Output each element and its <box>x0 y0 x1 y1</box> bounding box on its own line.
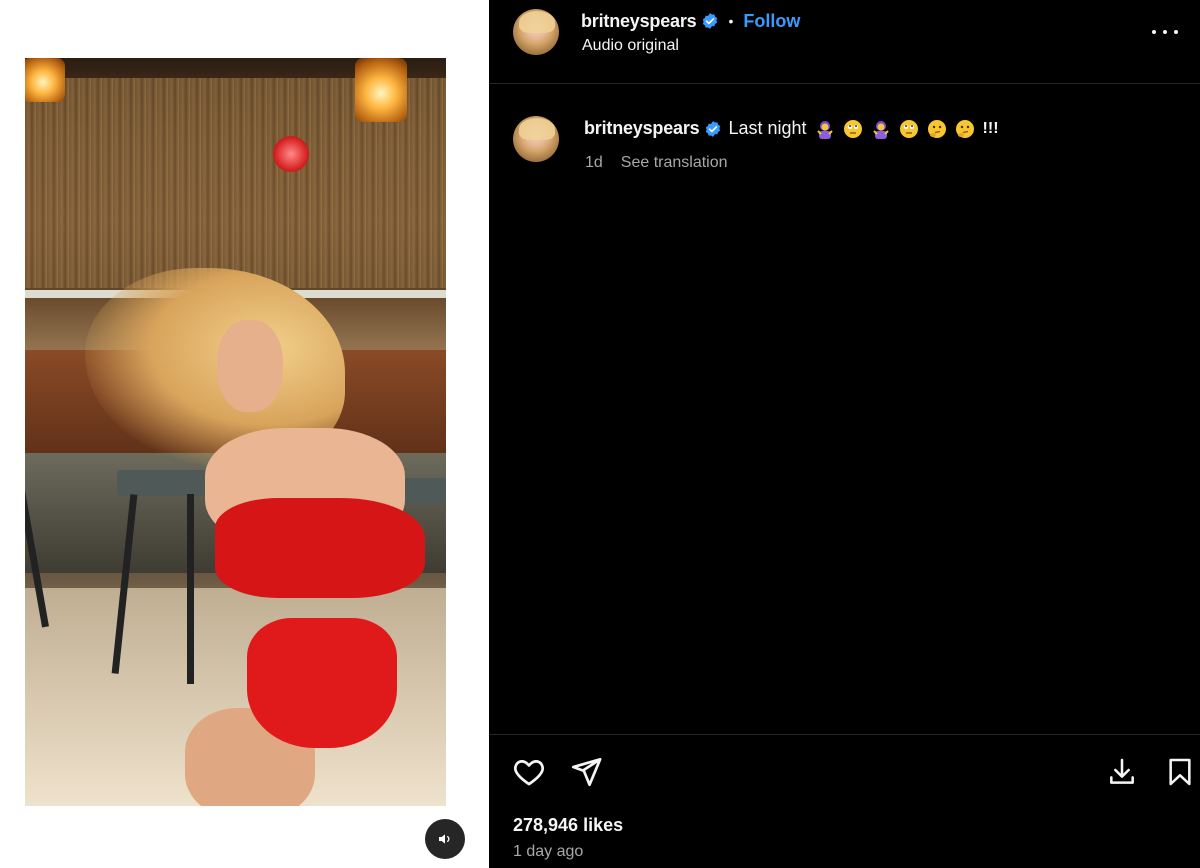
video-stool <box>117 470 207 496</box>
video-lamp <box>25 58 65 102</box>
more-options-icon <box>1152 30 1156 34</box>
author-avatar[interactable] <box>513 9 559 55</box>
caption-exclamation: !!! <box>982 119 999 137</box>
video-lamp <box>355 58 407 122</box>
caption-text: Last night <box>728 118 807 138</box>
video-flower-decoration <box>273 136 309 172</box>
like-button[interactable] <box>511 754 547 790</box>
paper-plane-icon <box>571 757 602 787</box>
follow-button[interactable]: Follow <box>743 11 800 32</box>
mute-button[interactable] <box>425 819 465 859</box>
rolling-eyes-emoji <box>843 119 862 138</box>
more-options-icon <box>1163 30 1167 34</box>
post-header: britneyspears • Follow Audio original <box>489 0 1200 84</box>
bookmark-icon <box>1169 758 1191 786</box>
rolling-eyes-emoji <box>899 119 918 138</box>
download-icon <box>1110 758 1134 784</box>
more-options-icon <box>1174 30 1178 34</box>
video-stool-leg <box>187 494 194 684</box>
woman-gesturing-no-emoji <box>816 120 833 139</box>
download-button[interactable] <box>1104 754 1140 790</box>
likes-count[interactable]: 278,946 likes <box>513 815 623 836</box>
verified-badge-icon <box>706 120 721 137</box>
woman-gesturing-no-emoji <box>872 120 889 139</box>
post-timestamp[interactable]: 1 day ago <box>513 843 583 861</box>
verified-badge-icon <box>703 13 718 29</box>
video-person-face <box>217 320 283 412</box>
more-options-button[interactable] <box>1152 24 1178 40</box>
post-side-panel: britneyspears • Follow Audio original br… <box>489 0 1200 868</box>
audio-label[interactable]: Audio original <box>582 37 679 55</box>
save-button[interactable] <box>1162 754 1198 790</box>
heart-icon <box>514 760 544 786</box>
separator-dot: • <box>728 13 734 29</box>
media-pane <box>0 0 489 868</box>
author-username[interactable]: britneyspears <box>581 11 697 32</box>
caption-meta: 1d See translation <box>585 154 728 172</box>
video-person-dress-skirt <box>247 618 397 748</box>
share-button[interactable] <box>568 754 604 790</box>
caption-age[interactable]: 1d <box>585 154 603 172</box>
video-person-dress-top <box>215 498 425 598</box>
caption-author-avatar[interactable] <box>513 116 559 162</box>
thinking-emoji <box>927 119 946 138</box>
speaker-icon <box>439 834 450 844</box>
caption-username[interactable]: britneyspears <box>584 118 700 139</box>
actions-divider <box>489 734 1200 735</box>
reel-video[interactable] <box>25 58 446 806</box>
see-translation-link[interactable]: See translation <box>621 154 728 172</box>
thinking-emoji <box>955 119 974 138</box>
